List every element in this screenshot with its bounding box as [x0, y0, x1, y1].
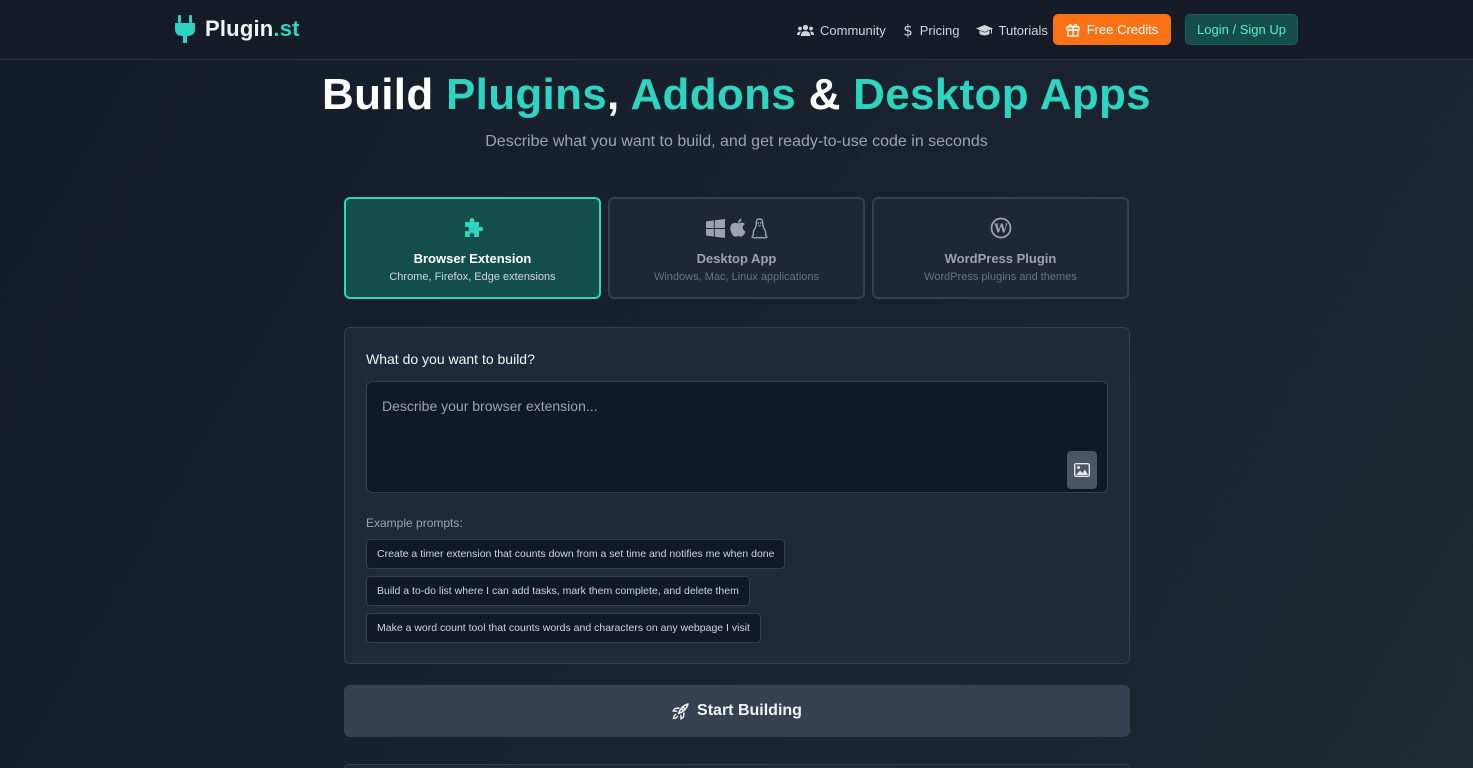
- examples-label: Example prompts:: [366, 516, 463, 530]
- type-card-desc: WordPress plugins and themes: [924, 271, 1077, 283]
- upload-image-button[interactable]: [1067, 451, 1097, 489]
- example-prompt-chip[interactable]: Create a timer extension that counts dow…: [366, 539, 786, 569]
- apple-icon: [729, 218, 745, 237]
- users-icon: [797, 24, 814, 36]
- build-panel: What do you want to build? Describe your…: [344, 327, 1130, 664]
- type-card-browser-extension[interactable]: Browser Extension Chrome, Firefox, Edge …: [344, 197, 601, 299]
- puzzle-icon: [464, 218, 483, 237]
- wordpress-icon: W: [990, 217, 1011, 239]
- type-card-title: WordPress Plugin: [944, 251, 1057, 266]
- login-signup-label: Login / Sign Up: [1197, 22, 1286, 37]
- svg-text:$: $: [903, 22, 913, 38]
- nav-pricing[interactable]: $ Pricing: [902, 22, 960, 38]
- hero-subtitle: Describe what you want to build, and get…: [485, 133, 988, 150]
- logo-text: Plugin.st: [205, 16, 300, 41]
- navbar: Plugin.st Community $ Pricing Tutorials …: [0, 0, 1473, 60]
- plug-icon: [175, 15, 195, 43]
- free-credits-label: Free Credits: [1086, 22, 1159, 37]
- next-section-panel: [344, 764, 1130, 768]
- svg-text:W: W: [993, 222, 1008, 236]
- nav-links: Community $ Pricing Tutorials: [797, 14, 1064, 46]
- example-prompt-chip[interactable]: Build a to-do list where I can add tasks…: [366, 576, 750, 606]
- type-card-title: Desktop App: [696, 251, 777, 266]
- type-card-title: Browser Extension: [413, 251, 532, 266]
- build-label: What do you want to build?: [366, 351, 535, 367]
- nav-pricing-label: Pricing: [919, 22, 960, 38]
- rocket-icon: [672, 702, 689, 720]
- start-building-label: Start Building: [697, 702, 802, 719]
- windows-icon: [705, 218, 725, 238]
- nav-community[interactable]: Community: [797, 23, 886, 38]
- nav-community-label: Community: [820, 22, 886, 38]
- gift-icon: [1066, 23, 1080, 37]
- hero-title: Build Plugins, Addons & Desktop Apps: [322, 70, 1151, 119]
- free-credits-button[interactable]: Free Credits: [1053, 14, 1171, 45]
- login-signup-button[interactable]: Login / Sign Up: [1185, 14, 1298, 45]
- nav-tutorials[interactable]: Tutorials: [975, 22, 1048, 38]
- dollar-icon: $: [903, 22, 913, 38]
- graduation-cap-icon: [975, 24, 993, 35]
- type-card-wordpress-plugin[interactable]: W WordPress Plugin WordPress plugins and…: [872, 197, 1129, 299]
- type-card-desc: Chrome, Firefox, Edge extensions: [389, 271, 556, 283]
- example-prompt-chip[interactable]: Make a word count tool that counts words…: [366, 613, 761, 643]
- start-building-button[interactable]: Start Building: [344, 685, 1130, 737]
- nav-tutorials-label: Tutorials: [998, 22, 1048, 38]
- logo[interactable]: Plugin.st: [175, 14, 300, 44]
- linux-icon: [750, 217, 768, 239]
- description-placeholder: Describe your browser extension...: [382, 398, 598, 414]
- type-card-desc: Windows, Mac, Linux applications: [653, 271, 820, 283]
- description-textarea[interactable]: Describe your browser extension...: [366, 381, 1108, 493]
- type-card-desktop-app[interactable]: Desktop App Windows, Mac, Linux applicat…: [608, 197, 865, 299]
- image-icon: [1074, 463, 1090, 477]
